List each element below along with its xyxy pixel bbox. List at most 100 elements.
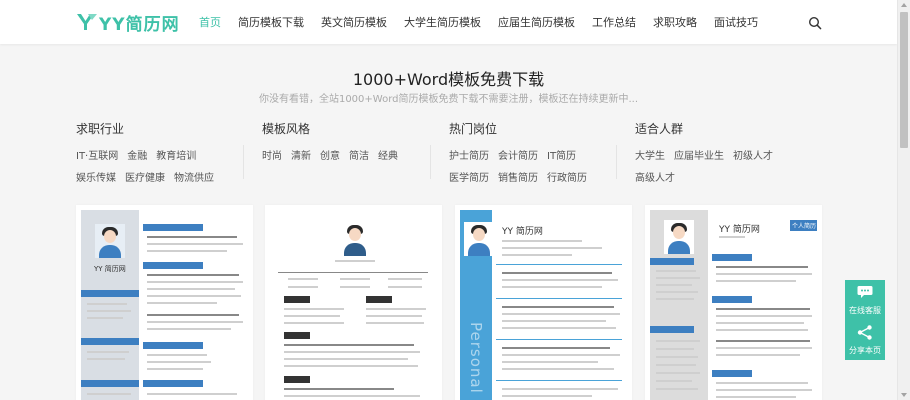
- text-line: [716, 266, 808, 268]
- filter-industry: 求职行业 IT·互联网 金融 教育培训 娱乐传媒 医疗健康 物流供应: [76, 120, 246, 184]
- text-line: [288, 286, 318, 288]
- text-line: [656, 364, 696, 366]
- filter-tag[interactable]: 行政简历: [547, 169, 587, 184]
- text-line: [147, 354, 207, 356]
- filter-tag[interactable]: IT简历: [547, 147, 576, 162]
- online-service-label: 在线客服: [849, 306, 881, 315]
- nav-item-interview-tips[interactable]: 面试技巧: [714, 14, 758, 30]
- filter-tag[interactable]: 娱乐传媒: [76, 169, 116, 184]
- filter-divider: [243, 145, 244, 179]
- filter-tag[interactable]: 会计简历: [498, 147, 538, 162]
- filter-tag[interactable]: 护士简历: [449, 147, 489, 162]
- resume-name: YY 简历网: [719, 225, 760, 235]
- filter-tag[interactable]: 经典: [378, 147, 398, 162]
- text-line: [284, 365, 418, 367]
- text-line: [502, 327, 616, 329]
- resume-section-bar: [650, 258, 694, 265]
- resume-side-text: Personal: [467, 322, 485, 394]
- text-line: [388, 286, 422, 288]
- nav-item-work-summary[interactable]: 工作总结: [592, 14, 636, 30]
- scrollbar-thumb[interactable]: [900, 12, 908, 148]
- filter-positions: 热门岗位 护士简历 会计简历 IT简历 医学简历 销售简历 行政简历: [449, 120, 619, 184]
- filter-tag[interactable]: 医学简历: [449, 169, 489, 184]
- text-line: [716, 308, 810, 310]
- text-line: [502, 368, 614, 370]
- text-line: [147, 281, 243, 283]
- filter-tag[interactable]: IT·互联网: [76, 147, 118, 162]
- text-line: [716, 347, 812, 349]
- text-line: [147, 250, 227, 252]
- text-line: [719, 236, 745, 238]
- filter-tag[interactable]: 应届毕业生: [674, 147, 724, 162]
- text-line: [656, 270, 696, 272]
- search-icon[interactable]: [808, 15, 822, 30]
- text-line: [656, 298, 694, 300]
- filter-title: 模板风格: [262, 122, 311, 136]
- avatar: [340, 222, 370, 256]
- text-line: [284, 395, 420, 397]
- text-line: [87, 351, 129, 353]
- filter-tag[interactable]: 高级人才: [635, 169, 675, 184]
- nav-item-home[interactable]: 首页: [199, 14, 221, 30]
- nav-item-job-guide[interactable]: 求职攻略: [653, 14, 697, 30]
- resume-section-bar: [81, 380, 139, 387]
- text-line: [502, 286, 602, 288]
- site-logo[interactable]: YY简历网: [76, 9, 180, 35]
- text-line: [502, 395, 592, 397]
- filter-tag[interactable]: 简洁: [349, 147, 369, 162]
- text-line: [87, 393, 131, 395]
- text-line: [340, 278, 370, 280]
- text-line: [288, 278, 318, 280]
- text-line: [716, 389, 812, 391]
- text-line: [284, 358, 408, 360]
- text-line: [716, 396, 796, 398]
- text-line: [366, 322, 424, 324]
- text-line: [496, 264, 622, 265]
- resume-section-bar: [650, 326, 694, 333]
- filter-tag[interactable]: 金融: [127, 147, 147, 162]
- filter-tag[interactable]: 清新: [291, 147, 311, 162]
- nav-item-college-templates[interactable]: 大学生简历模板: [404, 14, 481, 30]
- avatar: [664, 220, 694, 254]
- template-card[interactable]: Personal YY 简历网: [455, 205, 632, 400]
- text-line: [716, 322, 804, 324]
- template-card[interactable]: YY 简历网: [76, 205, 253, 400]
- text-line: [147, 295, 241, 297]
- text-line: [284, 315, 340, 317]
- avatar: [464, 222, 494, 256]
- text-line: [716, 329, 808, 331]
- text-line: [87, 358, 125, 360]
- text-line: [656, 284, 692, 286]
- filter-tag[interactable]: 创意: [320, 147, 340, 162]
- hero-subtitle: 你没有看错，全站1000+Word简历模板免费下载不需要注册，模板还在持续更新中…: [258, 94, 639, 105]
- text-line: [716, 354, 800, 356]
- filter-tag[interactable]: 销售简历: [498, 169, 538, 184]
- text-line: [502, 240, 582, 242]
- text-line: [656, 356, 698, 358]
- hero-title: 1000+Word模板免费下载: [352, 70, 545, 89]
- text-line: [502, 254, 572, 256]
- filter-tag[interactable]: 物流供应: [174, 169, 214, 184]
- nav-item-resume-templates[interactable]: 简历模板下载: [238, 14, 304, 30]
- scroll-down-arrow-icon[interactable]: [901, 393, 907, 397]
- template-card[interactable]: [265, 205, 442, 400]
- filter-tag[interactable]: 时尚: [262, 147, 282, 162]
- online-service-button[interactable]: 在线客服: [845, 280, 885, 320]
- nav-item-english-templates[interactable]: 英文简历模板: [321, 14, 387, 30]
- filter-tag[interactable]: 教育培训: [156, 147, 196, 162]
- filter-title: 求职行业: [76, 122, 125, 136]
- share-icon: [857, 325, 872, 340]
- share-page-button[interactable]: 分享本页: [845, 320, 885, 360]
- text-line: [366, 315, 422, 317]
- text-line: [656, 277, 700, 279]
- filter-tag[interactable]: 初级人才: [733, 147, 773, 162]
- text-line: [496, 380, 622, 381]
- nav-item-graduate-templates[interactable]: 应届生简历模板: [498, 14, 575, 30]
- template-card[interactable]: YY 简历网 个人简历: [645, 205, 822, 400]
- filter-tag[interactable]: 大学生: [635, 147, 665, 162]
- filter-tag[interactable]: 医疗健康: [125, 169, 165, 184]
- text-line: [147, 393, 237, 395]
- filter-title: 适合人群: [635, 122, 684, 136]
- vertical-scrollbar[interactable]: [897, 0, 910, 400]
- scroll-up-arrow-icon[interactable]: [901, 3, 907, 7]
